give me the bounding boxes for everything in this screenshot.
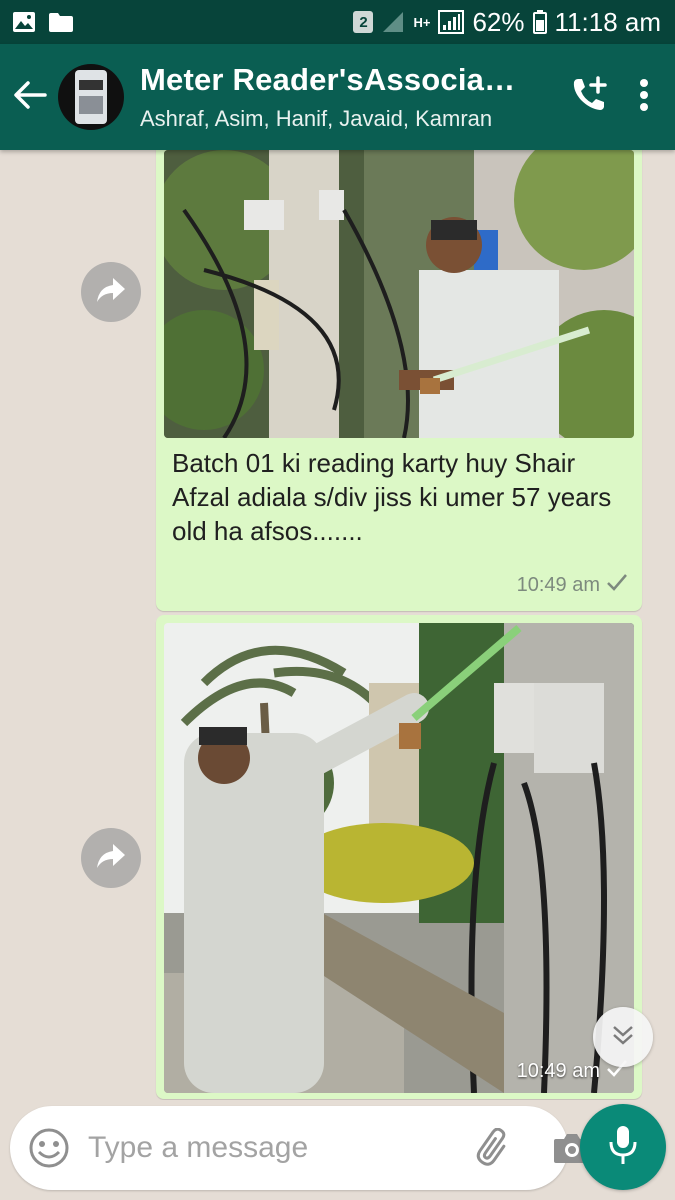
forward-icon [96, 277, 126, 308]
folder-icon [48, 11, 74, 33]
message-time: 10:49 am [516, 573, 600, 596]
signal-icon [381, 11, 405, 33]
message-bubble[interactable]: 10:49 am [156, 615, 642, 1099]
meter-reader-photo-1 [164, 150, 634, 438]
sim-badge: 2 [353, 11, 374, 33]
forward-button[interactable] [81, 262, 141, 322]
scroll-down-button[interactable] [593, 1007, 653, 1067]
check-icon [606, 573, 628, 597]
message-image[interactable] [164, 150, 634, 438]
battery-percent: 62% [472, 6, 525, 37]
message-image[interactable] [164, 623, 634, 1093]
message-composer [10, 1106, 590, 1190]
chat-info[interactable]: Meter Reader'sAssociation Ashraf, Asim, … [140, 62, 569, 132]
chat-header: Meter Reader'sAssociation Ashraf, Asim, … [0, 44, 675, 150]
back-button[interactable] [2, 44, 58, 150]
message-time: 10:49 am [516, 1059, 600, 1082]
message-bubble[interactable]: Batch 01 ki reading karty huy Shair Afza… [156, 150, 642, 611]
message-input[interactable] [88, 1118, 474, 1178]
group-avatar[interactable] [58, 64, 124, 130]
emoji-icon[interactable] [28, 1127, 70, 1169]
battery-icon [532, 10, 547, 34]
network-type: H+ [413, 14, 431, 30]
mic-button[interactable] [580, 1104, 666, 1190]
more-vert-icon[interactable] [639, 78, 649, 117]
meter-reader-photo-2 [164, 623, 634, 1093]
signal-strength-icon [438, 10, 465, 34]
message-caption: Batch 01 ki reading karty huy Shair Afza… [172, 448, 612, 546]
status-bar: 2 H+ 62% 11:18 am [0, 0, 675, 44]
chat-participants: Ashraf, Asim, Hanif, Javaid, Kamran [140, 106, 493, 131]
double-chevron-down-icon [611, 1024, 635, 1051]
attach-icon[interactable] [474, 1128, 514, 1168]
chat-area[interactable]: Batch 01 ki reading karty huy Shair Afza… [0, 150, 675, 1100]
chat-title: Meter Reader'sAssociation [140, 62, 518, 97]
forward-button[interactable] [81, 828, 141, 888]
forward-icon [96, 843, 126, 874]
message-meta: 10:49 am [517, 573, 628, 597]
back-arrow-icon [13, 80, 47, 115]
image-icon [12, 11, 36, 33]
clock: 11:18 am [554, 6, 661, 37]
mic-icon [607, 1124, 639, 1171]
add-call-icon[interactable] [569, 75, 609, 120]
